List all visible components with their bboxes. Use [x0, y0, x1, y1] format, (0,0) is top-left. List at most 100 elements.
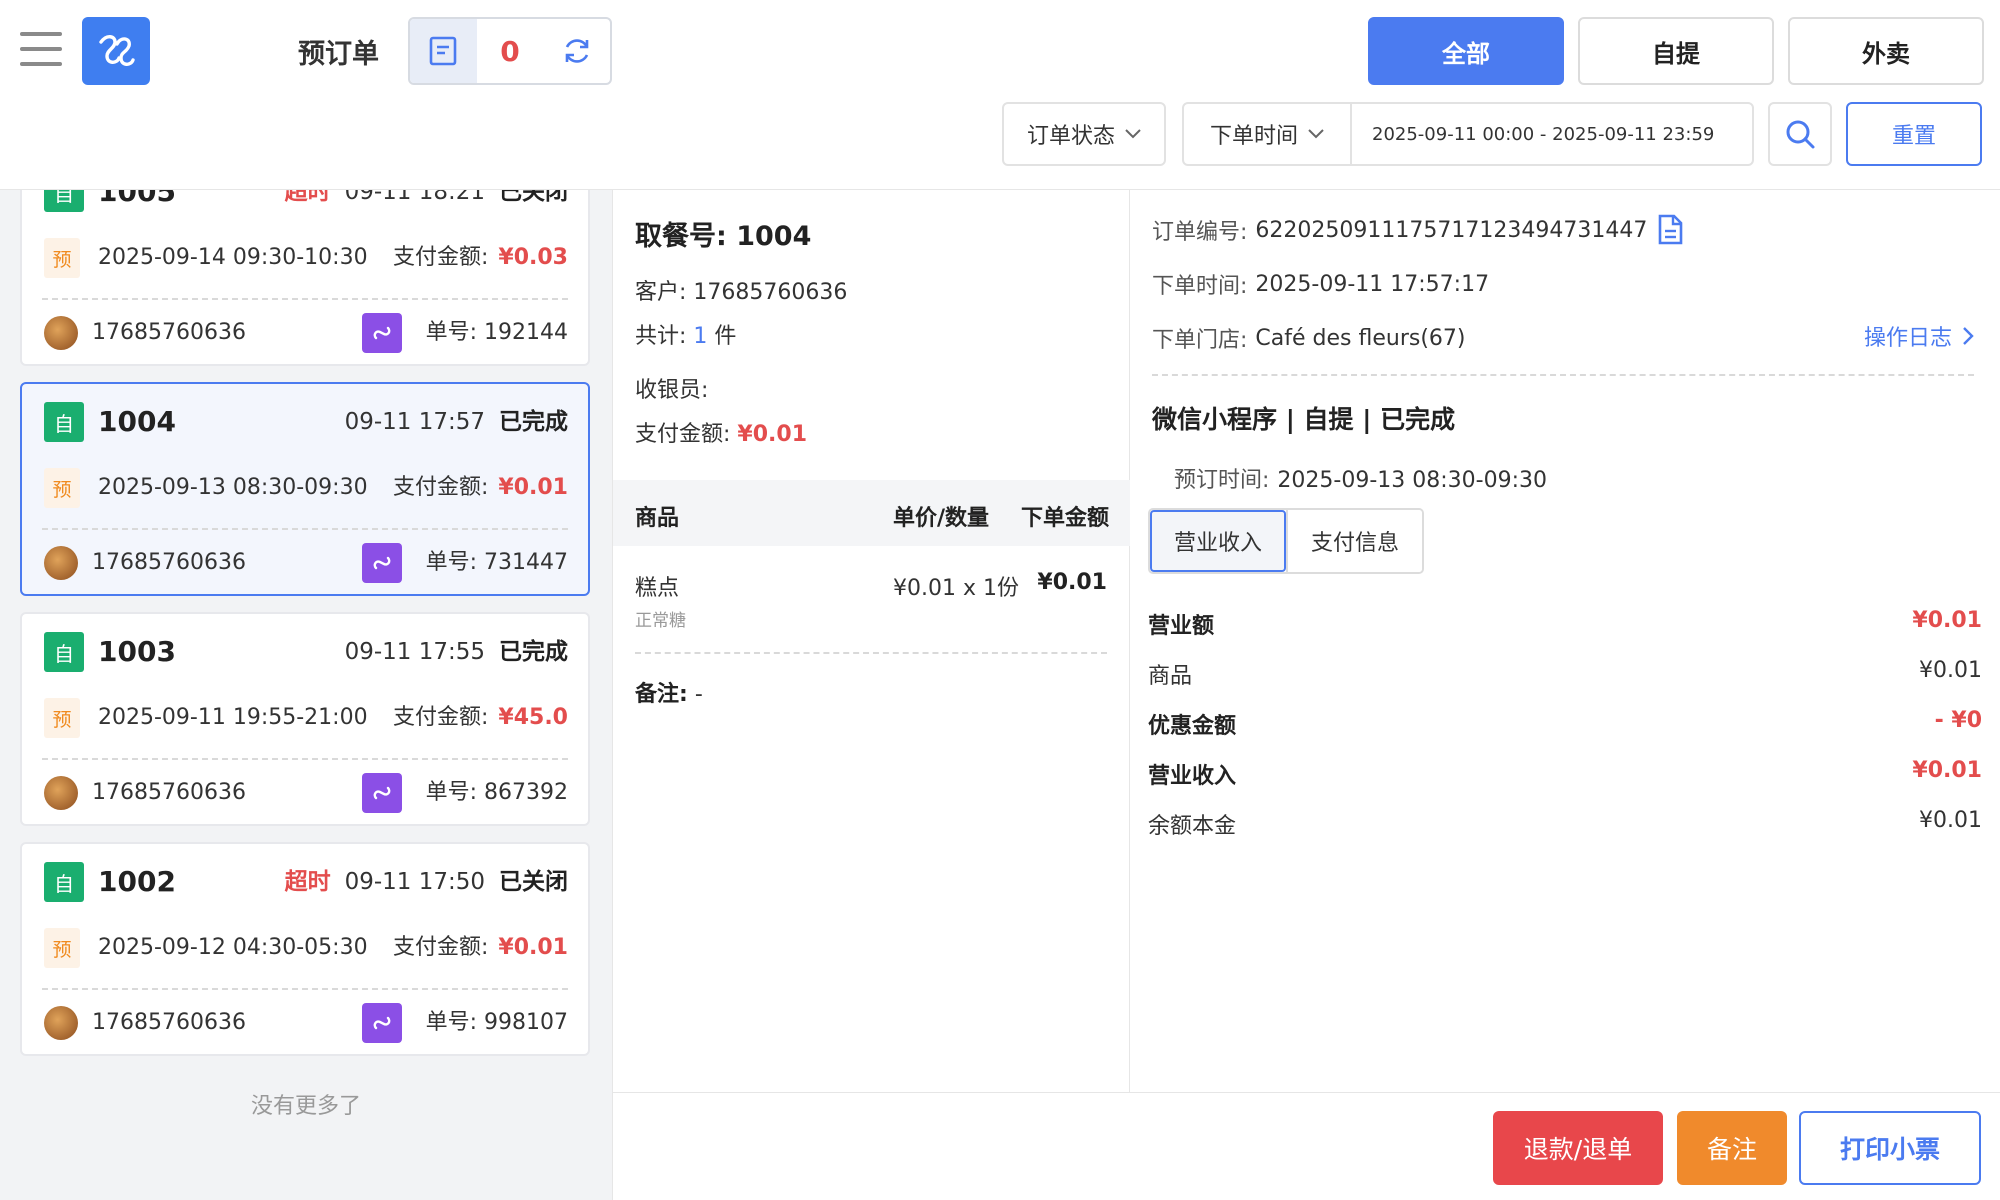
order-number-value: 6220250911175717123494731447: [1255, 217, 1648, 243]
goods-item-qty: ¥0.01 x 1份: [893, 576, 1019, 601]
pay-amount: ¥0.01: [737, 422, 808, 447]
finance-value: - ¥0: [1934, 708, 1982, 733]
finance-row: 优惠金额 - ¥0: [1148, 708, 1982, 740]
detail-cashier: 收银员:: [635, 372, 708, 404]
pay-amount-row: 支付金额: ¥0.01: [393, 468, 568, 508]
booking-slot: 2025-09-13 08:30-09:30: [98, 475, 368, 500]
order-card-head: 超时 09-11 18:21 已关闭: [285, 190, 568, 212]
menu-icon[interactable]: [20, 32, 62, 66]
document-icon[interactable]: [410, 19, 477, 83]
customer-label: 客户:: [635, 280, 687, 305]
order-time-filter: 下单时间 2025-09-11 00:00 - 2025-09-11 23:59: [1182, 102, 1754, 166]
order-channel: 微信小程序 | 自提 | 已完成: [1152, 405, 1456, 434]
store-label: 下单门店:: [1152, 328, 1248, 353]
booking-time-label: 预订时间:: [1174, 468, 1270, 493]
finance-label: 营业收入: [1148, 764, 1237, 789]
goods-col-name: 商品: [635, 506, 680, 531]
pay-label: 支付金额:: [635, 422, 731, 447]
print-receipt-button[interactable]: 打印小票: [1799, 1111, 1981, 1185]
detail-customer: 客户: 17685760636: [635, 274, 847, 306]
pickup-number: 1004: [98, 405, 176, 438]
finance-row: 营业收入 ¥0.01: [1148, 758, 1982, 790]
store-row: 下单门店: Café des fleurs(67): [1152, 322, 1466, 354]
pay-amount: ¥0.01: [498, 935, 568, 960]
order-no: 单号: 867392: [426, 773, 568, 813]
order-no-label: 单号:: [425, 1010, 478, 1035]
time-type-select[interactable]: 下单时间: [1184, 104, 1352, 164]
self-pickup-badge: 自: [44, 632, 84, 672]
list-end-text: 没有更多了: [250, 1094, 361, 1119]
copy-icon[interactable]: [1655, 214, 1685, 246]
customer-phone: 17685760636: [92, 550, 246, 575]
avatar: [44, 776, 78, 810]
search-button[interactable]: [1768, 102, 1832, 166]
detail-pickup-label: 取餐号:: [635, 221, 727, 252]
order-card-selected[interactable]: 自 1004 09-11 17:57 已完成 预 2025-09-13 08:3…: [20, 382, 590, 596]
finance-value: ¥0.01: [1912, 608, 1982, 633]
divider: [42, 298, 568, 300]
detail-pickup: 取餐号: 1004: [635, 214, 811, 253]
goods-item-amount: ¥0.01: [1037, 570, 1107, 595]
customer-phone: 17685760636: [92, 320, 246, 345]
refresh-icon[interactable]: [543, 19, 610, 83]
finance-label: 营业额: [1148, 614, 1215, 639]
remark-label: 备注:: [635, 682, 688, 707]
customer-phone: 17685760636: [92, 1010, 246, 1035]
pay-amount: ¥0.03: [498, 245, 568, 270]
self-pickup-badge: 自: [44, 862, 84, 902]
preorder-badge: 预: [44, 698, 80, 738]
finance-value: ¥0.01: [1919, 808, 1982, 833]
order-card[interactable]: 自 1002 超时 09-11 17:50 已关闭 预 2025-09-12 0…: [20, 842, 590, 1056]
order-card[interactable]: 自 1005 超时 09-11 18:21 已关闭 预 2025-09-14 0…: [20, 190, 590, 366]
store-value: Café des fleurs(67): [1255, 325, 1466, 351]
pay-amount-row: 支付金额: ¥0.03: [393, 238, 568, 278]
info-tabs: 营业收入 支付信息: [1148, 508, 1424, 574]
total-label: 共计:: [635, 324, 687, 349]
booking-slot: 2025-09-12 04:30-05:30: [98, 935, 368, 960]
order-time: 09-11 17:50: [344, 869, 485, 895]
goods-table-header: 商品 单价/数量 下单金额: [613, 480, 1131, 546]
order-type-all-button[interactable]: 全部: [1368, 17, 1564, 85]
order-type-delivery-button[interactable]: 外卖: [1788, 17, 1984, 85]
booking-time-value: 2025-09-13 08:30-09:30: [1277, 468, 1548, 493]
pay-amount: ¥0.01: [498, 475, 568, 500]
remark-button[interactable]: 备注: [1677, 1111, 1787, 1185]
detail-pickup-number: 1004: [736, 221, 812, 252]
date-range-input[interactable]: 2025-09-11 00:00 - 2025-09-11 23:59: [1352, 124, 1714, 145]
order-status-filter[interactable]: 订单状态: [1002, 102, 1166, 166]
order-card[interactable]: 自 1003 09-11 17:55 已完成 预 2025-09-11 19:5…: [20, 612, 590, 826]
pay-label: 支付金额:: [392, 705, 489, 730]
order-type-pickup-button[interactable]: 自提: [1578, 17, 1774, 85]
mini-program-icon: [362, 543, 402, 583]
finance-row: 余额本金 ¥0.01: [1148, 808, 1982, 840]
finance-value: ¥0.01: [1919, 658, 1982, 683]
order-info-panel: 订单编号: 6220250911175717123494731447 下单时间:…: [1130, 190, 2000, 1092]
order-status: 已关闭: [499, 190, 568, 205]
pay-amount-row: 支付金额: ¥45.0: [393, 698, 568, 738]
divider: [1152, 374, 1974, 376]
operation-log-link[interactable]: 操作日志: [1864, 320, 1974, 352]
pay-amount: ¥45.0: [498, 705, 568, 730]
pay-amount-row: 支付金额: ¥0.01: [393, 928, 568, 968]
goods-item-spec: 正常糖: [635, 611, 686, 631]
order-no-label: 单号:: [425, 320, 478, 345]
order-time: 09-11 18:21: [344, 190, 485, 205]
order-no: 单号: 731447: [426, 543, 568, 583]
divider: [42, 758, 568, 760]
order-time-label: 下单时间:: [1152, 274, 1248, 299]
chevron-right-icon: [1963, 327, 1974, 345]
tab-payment-info[interactable]: 支付信息: [1286, 510, 1422, 572]
refund-button[interactable]: 退款/退单: [1493, 1111, 1663, 1185]
page-title: 预订单: [298, 39, 379, 70]
top-bar: 预订单 0 全部 自提 外卖 订单状态 下单时间 2025-09-11 00:0…: [0, 0, 2000, 190]
tab-revenue[interactable]: 营业收入: [1150, 510, 1286, 572]
finance-label: 余额本金: [1148, 814, 1237, 839]
finance-label: 商品: [1148, 664, 1193, 689]
pickup-number: 1003: [98, 635, 176, 668]
operation-log-label: 操作日志: [1863, 326, 1952, 351]
order-card-head: 09-11 17:55 已完成: [331, 632, 568, 672]
goods-col-amount: 下单金额: [1020, 506, 1109, 531]
logo-icon: [82, 17, 150, 85]
reset-button[interactable]: 重置: [1846, 102, 1982, 166]
time-type-label: 下单时间: [1209, 124, 1298, 149]
